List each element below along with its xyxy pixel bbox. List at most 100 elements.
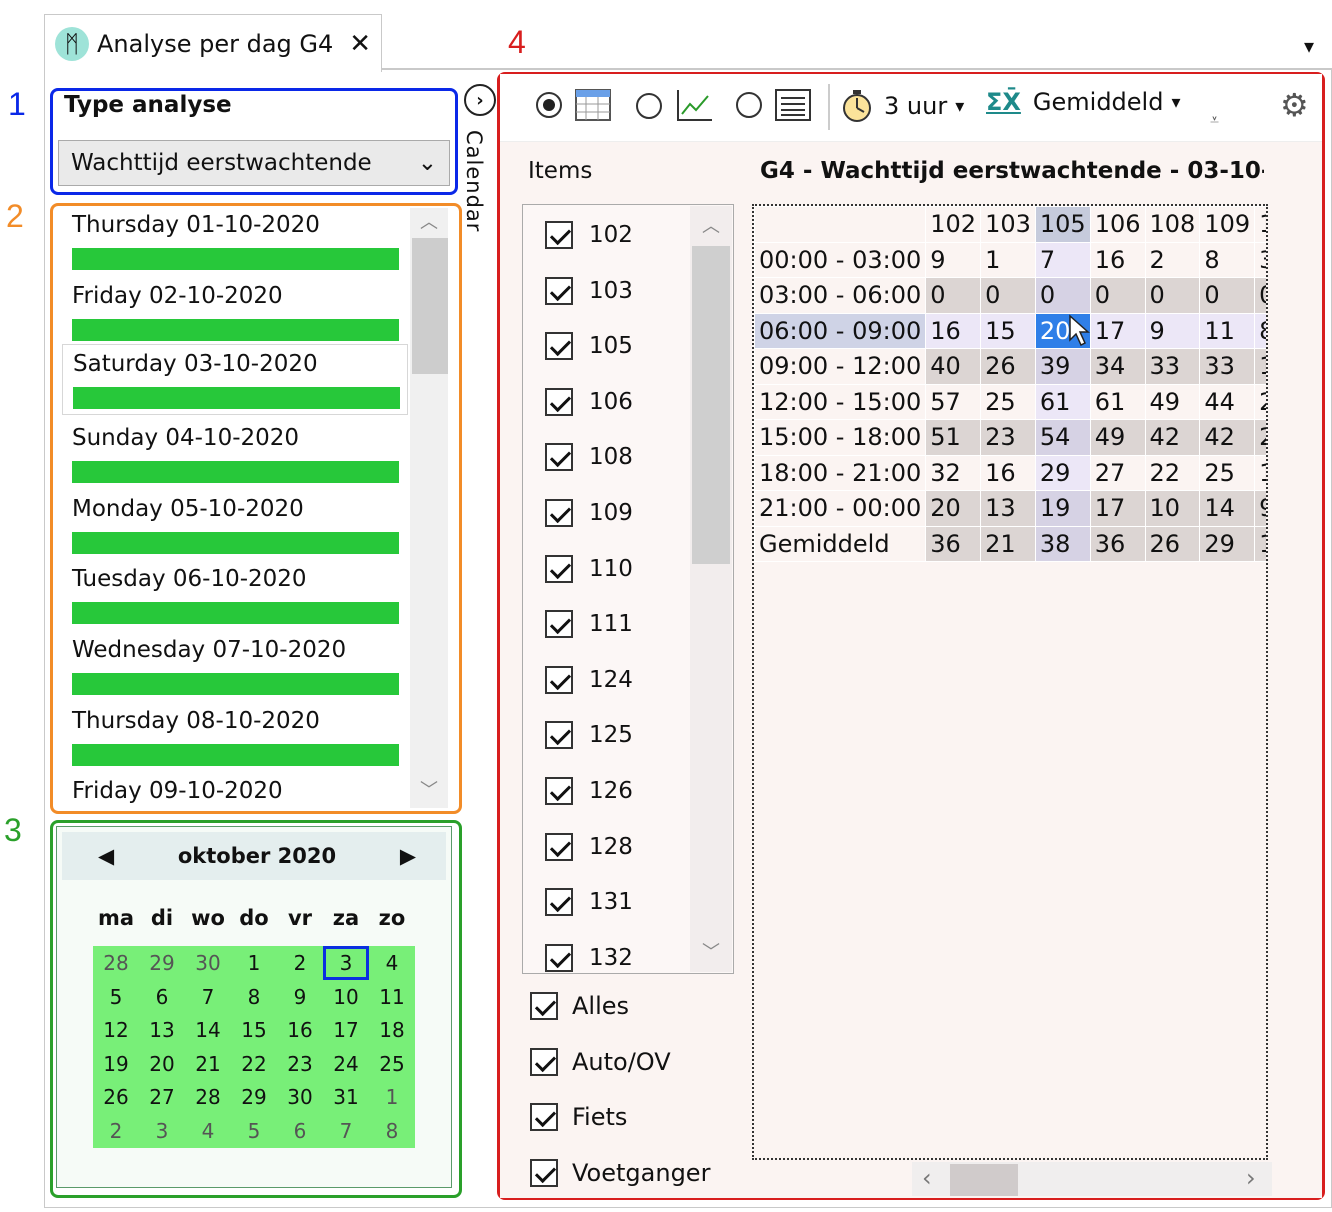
table-cell[interactable]: 16 [925, 312, 982, 349]
checkbox-checked[interactable] [545, 721, 573, 750]
checkbox-checked[interactable] [530, 1103, 558, 1131]
table-cell[interactable]: 8 [1199, 241, 1256, 278]
calendar-day[interactable]: 2 [93, 1114, 139, 1148]
row-header[interactable]: 18:00 - 21:00 [754, 454, 927, 491]
column-header[interactable]: 105 [1034, 206, 1091, 243]
item-row[interactable]: 126 [545, 777, 633, 805]
row-header[interactable]: 03:00 - 06:00 [754, 277, 927, 314]
item-row[interactable]: 111 [545, 610, 633, 639]
table-cell[interactable]: 33 [1199, 348, 1256, 385]
table-cell[interactable]: 0 [1199, 277, 1256, 314]
calendar-day[interactable]: 3 [323, 946, 369, 980]
calendar-day[interactable]: 15 [231, 1013, 277, 1047]
table-cell[interactable]: 0 [1254, 277, 1266, 314]
checkbox-checked[interactable] [545, 332, 573, 361]
calendar-day[interactable]: 31 [323, 1080, 369, 1114]
grid-scroll-thumb[interactable] [950, 1164, 1018, 1196]
table-cell[interactable]: 19 [1034, 490, 1091, 527]
checkbox-checked[interactable] [545, 832, 573, 861]
table-cell[interactable]: 26 [980, 348, 1036, 385]
table-cell[interactable]: 29 [1199, 525, 1256, 562]
document-tab[interactable]: ᛗ Analyse per dag G4 ✕ [44, 14, 382, 72]
close-icon[interactable]: ✕ [349, 29, 371, 59]
table-cell[interactable]: 16 [980, 454, 1036, 491]
calendar-day[interactable]: 2 [277, 946, 323, 980]
checkbox-checked[interactable] [530, 992, 558, 1020]
table-cell[interactable]: 1 [980, 241, 1036, 278]
day-list-item[interactable]: Friday 09-10-2020 [62, 772, 408, 812]
table-cell[interactable]: 15 [1254, 454, 1266, 491]
column-header[interactable]: 106 [1089, 206, 1146, 243]
table-cell[interactable]: 2 [1144, 241, 1201, 278]
calendar-day[interactable]: 9 [277, 980, 323, 1014]
table-cell[interactable]: 18 [1254, 348, 1266, 385]
table-cell[interactable]: 13 [980, 490, 1036, 527]
table-cell[interactable]: 16 [1089, 241, 1146, 278]
checkbox-checked[interactable] [545, 777, 573, 805]
day-list-item[interactable]: Sunday 04-10-2020 [62, 419, 408, 490]
table-cell[interactable]: 54 [1034, 419, 1091, 456]
day-list-item[interactable]: Thursday 08-10-2020 [62, 702, 408, 773]
calendar-day[interactable]: 7 [323, 1114, 369, 1148]
calendar-day[interactable]: 24 [323, 1047, 369, 1081]
checkbox-checked[interactable] [545, 276, 573, 305]
scroll-up-icon[interactable]: ︿ [420, 208, 438, 234]
calendar-day[interactable]: 8 [369, 1114, 415, 1148]
table-cell[interactable]: 42 [1144, 419, 1201, 456]
items-scroll-thumb[interactable] [692, 246, 730, 564]
item-row[interactable]: 125 [545, 721, 633, 750]
table-cell[interactable]: 0 [1034, 277, 1091, 314]
calendar-day[interactable]: 1 [369, 1080, 415, 1114]
calendar-month-title[interactable]: oktober 2020 [178, 844, 336, 868]
row-header[interactable]: 00:00 - 03:00 [754, 241, 927, 278]
calendar-day[interactable]: 30 [277, 1080, 323, 1114]
scroll-left-icon[interactable]: ‹ [922, 1164, 932, 1192]
calendar-day[interactable]: 14 [185, 1013, 231, 1047]
table-cell[interactable]: 20 [925, 490, 982, 527]
table-row[interactable]: Gemiddeld36213836262918 [754, 525, 1266, 562]
calendar-day[interactable]: 1 [231, 946, 277, 980]
previous-month-icon[interactable]: ◀ [98, 844, 114, 868]
column-header[interactable]: 108 [1144, 206, 1201, 243]
column-header[interactable]: 102 [925, 206, 982, 243]
table-cell[interactable]: 25 [1199, 454, 1256, 491]
table-cell[interactable]: 61 [1089, 383, 1146, 420]
chevron-right-icon[interactable]: › [464, 84, 496, 116]
table-cell[interactable]: 36 [1089, 525, 1146, 562]
table-cell[interactable]: 49 [1089, 419, 1146, 456]
checkbox-checked[interactable] [545, 387, 573, 416]
gear-icon[interactable]: ⚙ [1280, 86, 1309, 124]
table-cell[interactable]: 0 [1089, 277, 1146, 314]
toolbar-overflow-icon[interactable]: ⩡ [1210, 110, 1219, 130]
table-cell[interactable]: 61 [1034, 383, 1091, 420]
item-row[interactable]: 106 [545, 387, 633, 416]
table-cell[interactable]: 23 [980, 419, 1036, 456]
scroll-down-icon[interactable]: ﹀ [420, 776, 438, 802]
filter-fiets[interactable]: Fiets [530, 1103, 627, 1131]
calendar-day[interactable]: 4 [185, 1114, 231, 1148]
calendar-day[interactable]: 7 [185, 980, 231, 1014]
calendar-day[interactable]: 6 [277, 1114, 323, 1148]
calendar-day[interactable]: 4 [369, 946, 415, 980]
table-cell[interactable]: 17 [1089, 312, 1146, 349]
table-cell[interactable]: 21 [980, 525, 1036, 562]
calendar-day[interactable]: 29 [231, 1080, 277, 1114]
table-cell[interactable]: 10 [1144, 490, 1201, 527]
table-cell[interactable]: 29 [1034, 454, 1091, 491]
table-cell[interactable]: 51 [925, 419, 982, 456]
row-header[interactable]: 06:00 - 09:00 [754, 312, 927, 349]
table-row[interactable]: 21:00 - 00:002013191710149 [754, 490, 1266, 527]
table-cell[interactable]: 24 [1254, 419, 1266, 456]
table-cell[interactable]: 26 [1144, 525, 1201, 562]
calendar-day[interactable]: 11 [369, 980, 415, 1014]
checkbox-checked[interactable] [545, 610, 573, 639]
table-cell[interactable]: 38 [1034, 525, 1091, 562]
checkbox-checked[interactable] [545, 554, 573, 583]
calendar-day[interactable]: 23 [277, 1047, 323, 1081]
calendar-day[interactable]: 20 [139, 1047, 185, 1081]
day-list-item[interactable]: Thursday 01-10-2020 [62, 206, 408, 277]
list-view-option[interactable] [736, 88, 812, 122]
analysis-type-select[interactable]: Wachttijd eerstwachtende ⌄ [58, 140, 450, 186]
calendar-day[interactable]: 28 [185, 1080, 231, 1114]
row-header[interactable]: 15:00 - 18:00 [754, 419, 927, 456]
